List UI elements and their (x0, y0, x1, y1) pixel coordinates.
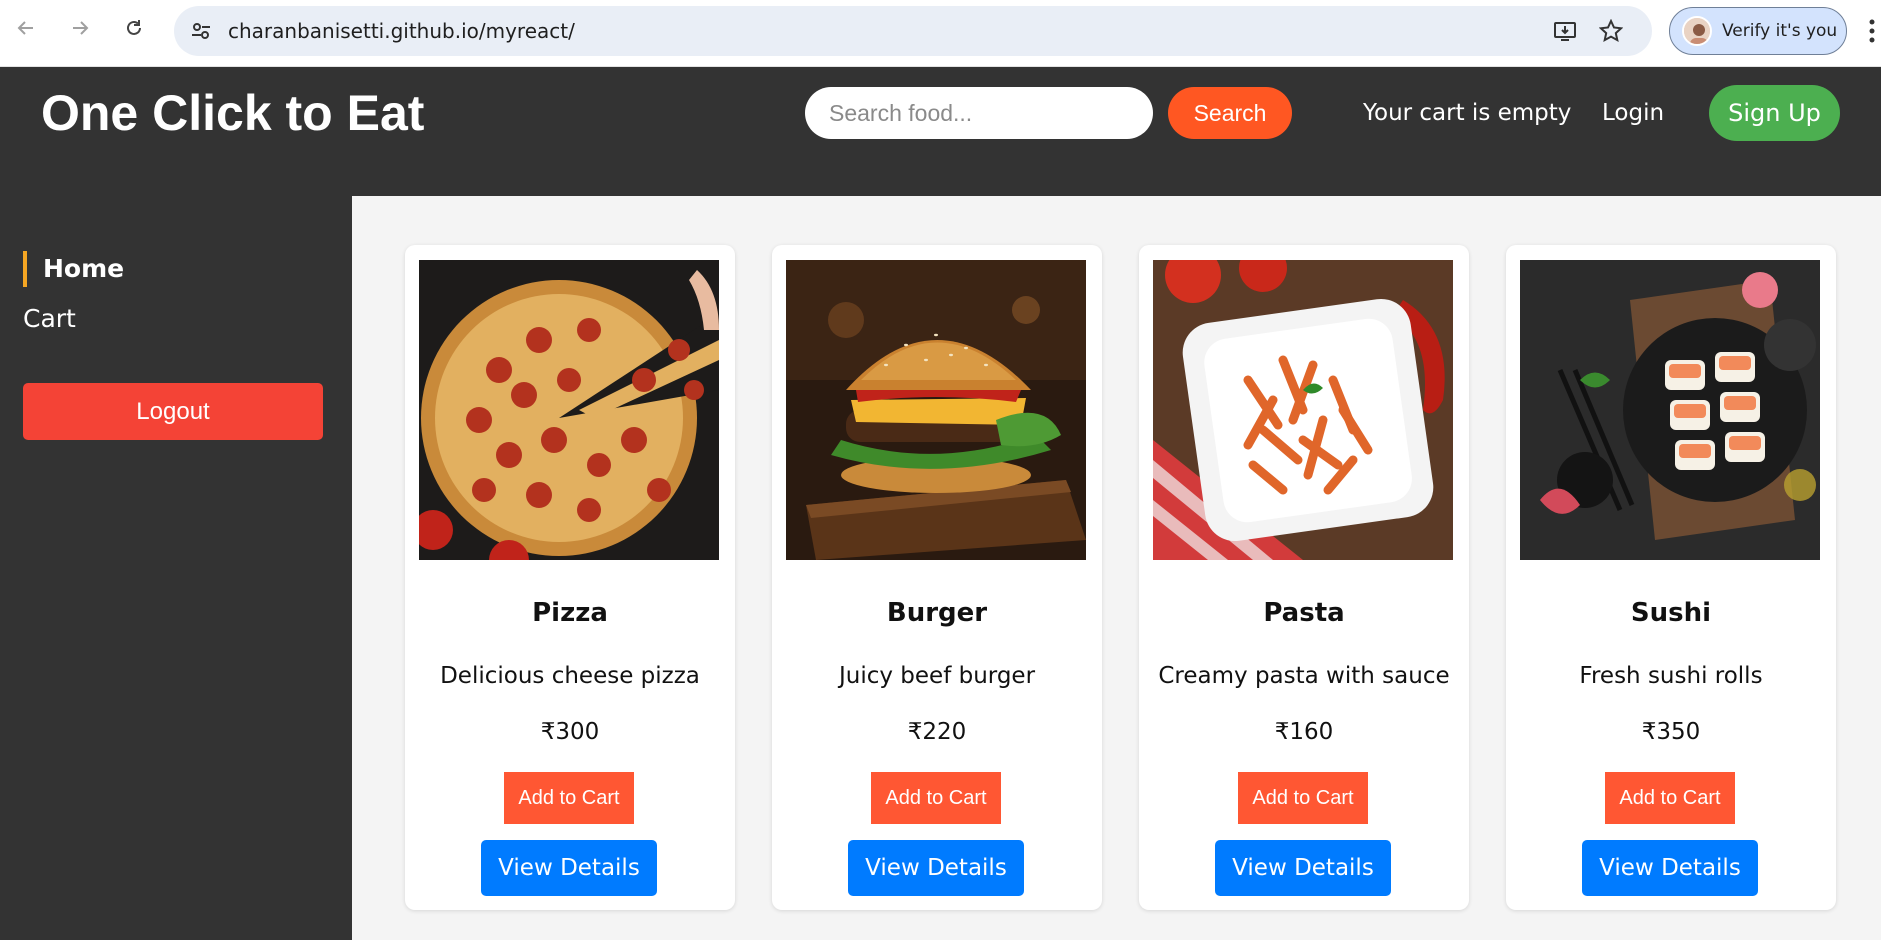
view-details-button[interactable]: View Details (481, 840, 657, 896)
profile-verify-label: Verify it's you (1722, 21, 1838, 41)
sidebar-item-cart[interactable]: Cart (23, 304, 76, 333)
add-to-cart-button[interactable]: Add to Cart (871, 772, 1001, 824)
product-price: ₹160 (1274, 719, 1334, 745)
reload-icon[interactable] (120, 14, 148, 42)
forward-icon[interactable] (66, 14, 94, 42)
view-details-button[interactable]: View Details (1215, 840, 1391, 896)
search-button[interactable]: Search (1168, 87, 1292, 139)
product-description: Fresh sushi rolls (1579, 663, 1763, 689)
view-details-button[interactable]: View Details (848, 840, 1024, 896)
product-price: ₹300 (540, 719, 600, 745)
profile-verify-button[interactable]: Verify it's you (1669, 7, 1847, 55)
product-name: Pasta (1263, 598, 1345, 628)
bookmark-star-icon[interactable] (1598, 18, 1624, 44)
product-description: Delicious cheese pizza (440, 663, 700, 689)
product-card-burger: Burger Juicy beef burger ₹220 Add to Car… (772, 245, 1102, 910)
burger-photo (786, 260, 1086, 560)
add-to-cart-button[interactable]: Add to Cart (1238, 772, 1368, 824)
sidebar: Home Cart Logout (0, 196, 352, 940)
login-link[interactable]: Login (1602, 100, 1664, 126)
sidebar-item-home[interactable]: Home (23, 251, 124, 287)
url-text: charanbanisetti.github.io/myreact/ (228, 19, 575, 43)
sushi-photo (1520, 260, 1820, 560)
add-to-cart-button[interactable]: Add to Cart (504, 772, 634, 824)
product-name: Pizza (532, 598, 608, 628)
product-price: ₹220 (907, 719, 967, 745)
address-bar[interactable]: charanbanisetti.github.io/myreact/ (174, 6, 1652, 56)
site-settings-icon[interactable] (188, 18, 214, 44)
browser-toolbar: charanbanisetti.github.io/myreact/ Verif… (0, 0, 1881, 67)
product-description: Creamy pasta with sauce (1158, 663, 1450, 689)
pizza-photo (419, 260, 719, 560)
logout-button[interactable]: Logout (23, 383, 323, 440)
pasta-photo (1153, 260, 1453, 560)
signup-button[interactable]: Sign Up (1709, 85, 1840, 141)
product-card-pizza: Pizza Delicious cheese pizza ₹300 Add to… (405, 245, 735, 910)
site-title: One Click to Eat (41, 85, 425, 141)
product-card-pasta: Pasta Creamy pasta with sauce ₹160 Add t… (1139, 245, 1469, 910)
product-description: Juicy beef burger (838, 663, 1036, 689)
avatar (1682, 16, 1712, 46)
install-app-icon[interactable] (1552, 18, 1578, 44)
view-details-button[interactable]: View Details (1582, 840, 1758, 896)
cart-status-text: Your cart is empty (1363, 100, 1572, 126)
back-icon[interactable] (12, 14, 40, 42)
product-card-sushi: Sushi Fresh sushi rolls ₹350 Add to Cart… (1506, 245, 1836, 910)
add-to-cart-button[interactable]: Add to Cart (1605, 772, 1735, 824)
product-price: ₹350 (1641, 719, 1701, 745)
app-header: One Click to Eat Search Your cart is emp… (0, 67, 1881, 196)
product-name: Burger (886, 598, 988, 628)
product-name: Sushi (1630, 598, 1712, 628)
search-input[interactable] (805, 87, 1153, 139)
browser-menu-icon[interactable] (1868, 16, 1876, 46)
